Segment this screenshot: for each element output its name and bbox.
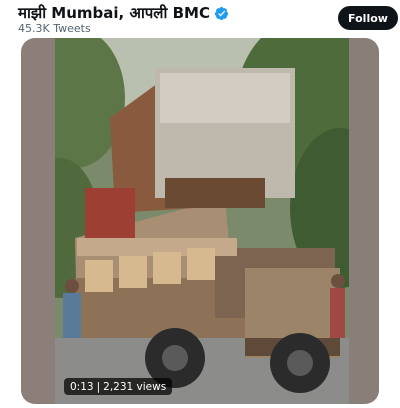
- video-card[interactable]: 0:13 | 2,231 views: [21, 38, 379, 404]
- video-still-image: [55, 38, 349, 404]
- overlay-separator: |: [96, 380, 101, 393]
- profile-title-row[interactable]: माझी Mumbai, आपली BMC: [18, 4, 229, 22]
- verified-badge-icon: [214, 6, 229, 20]
- video-frame[interactable]: 0:13 | 2,231 views: [55, 38, 349, 404]
- video-time: 0:13: [70, 380, 94, 393]
- video-views: 2,231 views: [103, 380, 167, 393]
- tweet-count: 45.3K Tweets: [18, 22, 91, 35]
- pillarbox-left: [21, 38, 55, 404]
- profile-name[interactable]: माझी Mumbai, आपली BMC: [18, 3, 210, 23]
- pillarbox-right: [349, 38, 379, 404]
- profile-header: माझी Mumbai, आपली BMC 45.3K Tweets Follo…: [0, 0, 400, 38]
- video-stats-overlay: 0:13 | 2,231 views: [64, 378, 173, 395]
- follow-button[interactable]: Follow: [338, 6, 398, 30]
